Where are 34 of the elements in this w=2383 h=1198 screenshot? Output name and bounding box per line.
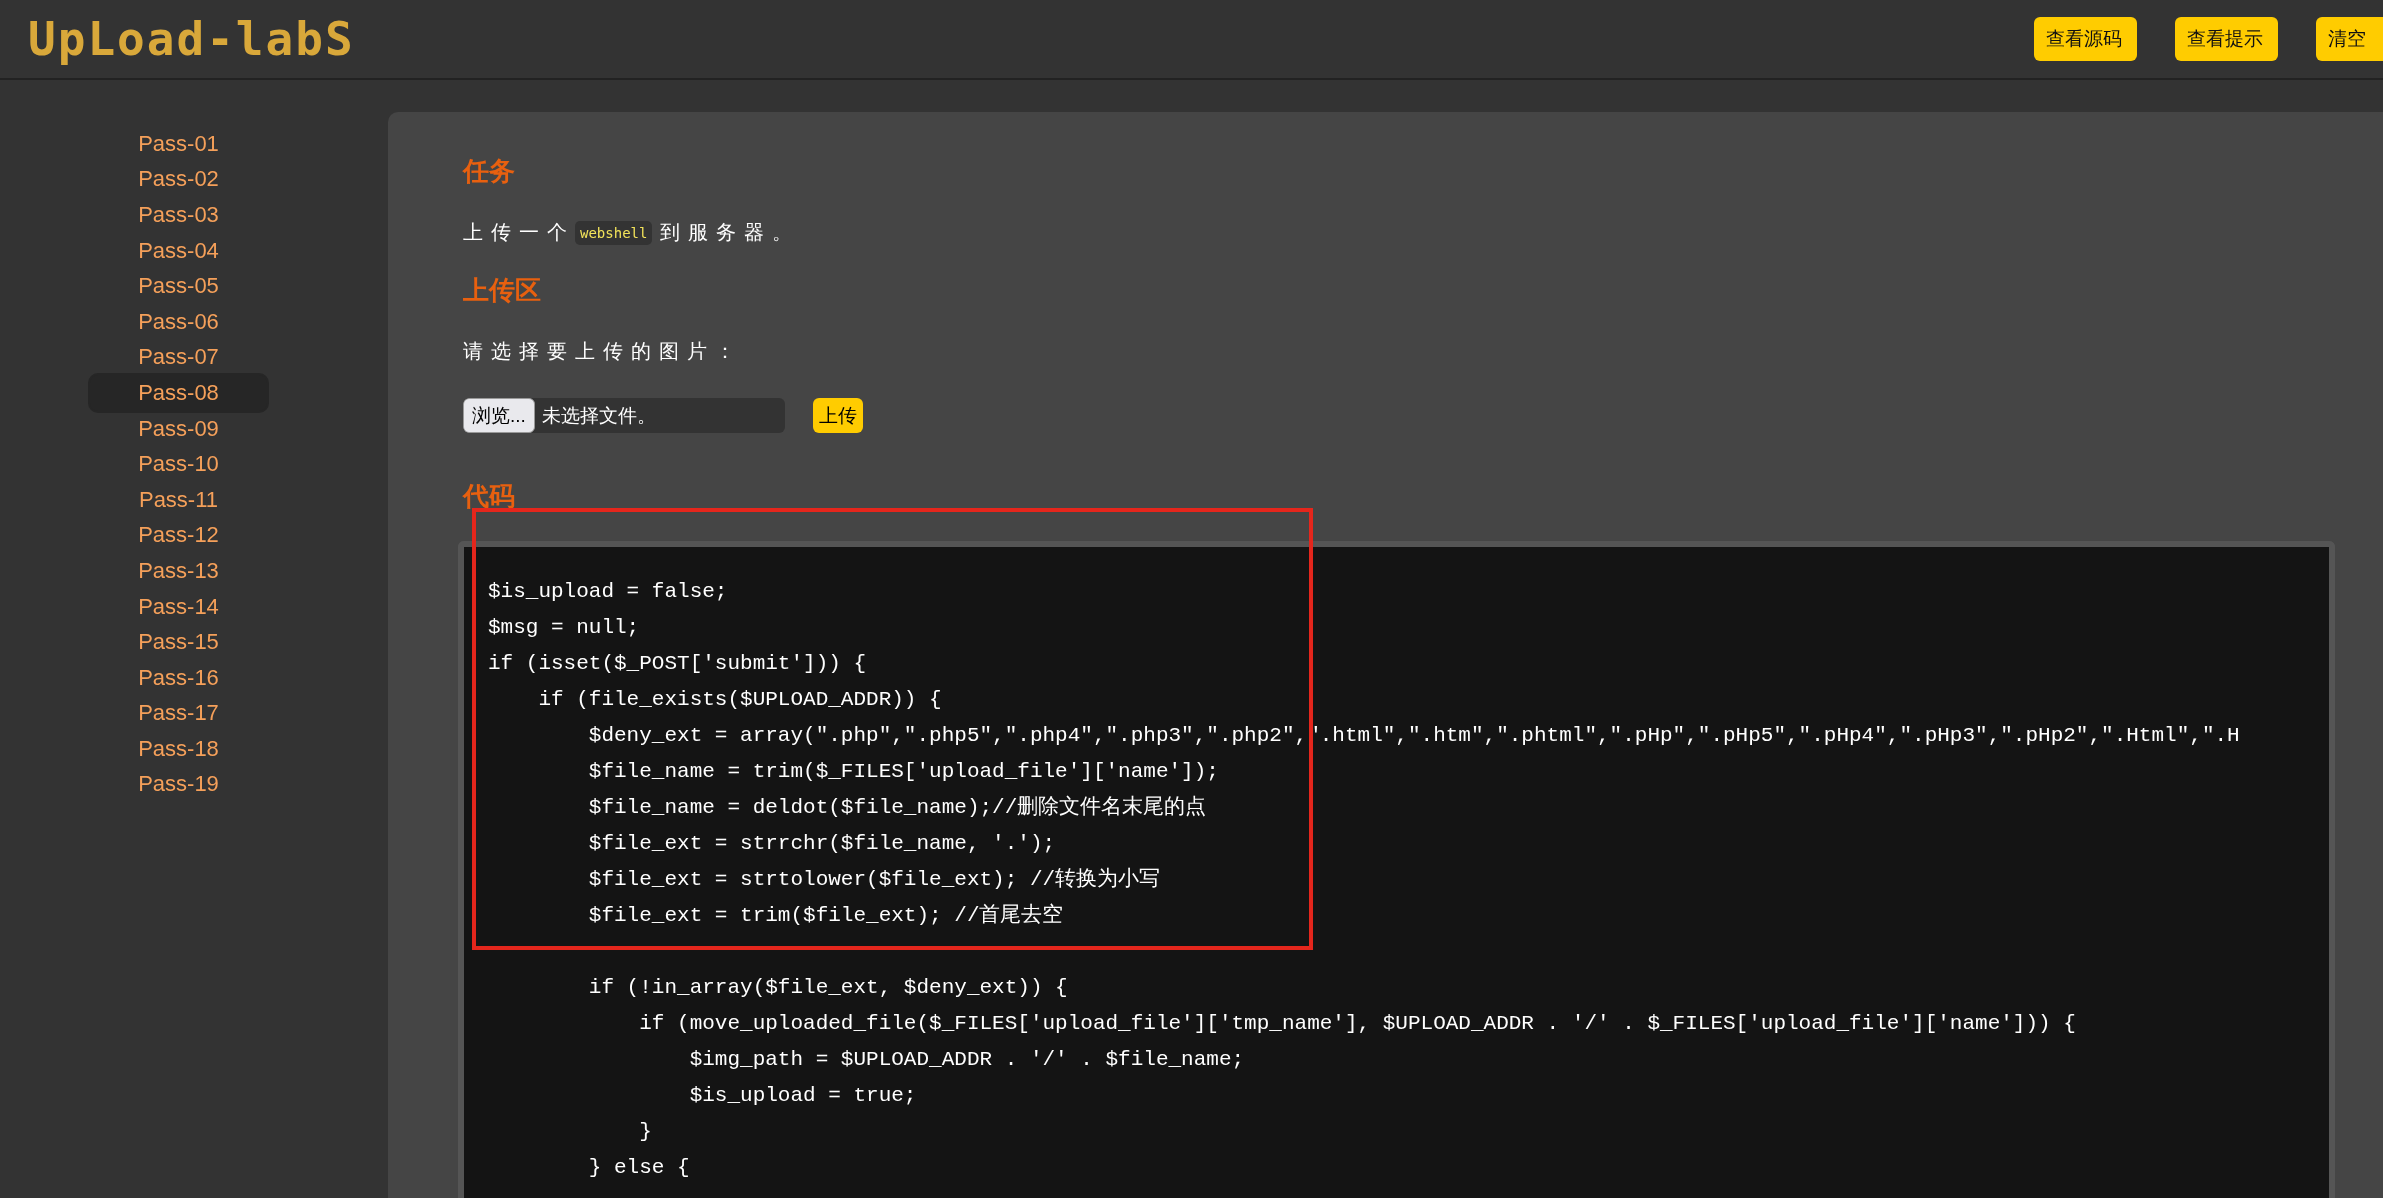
level-link[interactable]: Pass-15	[90, 624, 267, 660]
level-link[interactable]: Pass-06	[90, 303, 267, 340]
level-link[interactable]: Pass-10	[90, 446, 267, 482]
header-button[interactable]: 查看提示	[2175, 17, 2278, 61]
file-status: 未选择文件。	[541, 403, 656, 428]
level-link[interactable]: Pass-16	[90, 659, 267, 696]
level-link[interactable]: Pass-05	[90, 268, 267, 304]
level-link[interactable]: Pass-01	[90, 126, 267, 162]
inline-code: webshell	[575, 220, 653, 245]
upload-button[interactable]: 上传	[813, 398, 863, 433]
level-link[interactable]: Pass-18	[90, 731, 267, 767]
section-heading: 任务	[463, 155, 516, 188]
level-link[interactable]: Pass-19	[90, 766, 267, 803]
level-link[interactable]: Pass-07	[90, 339, 267, 376]
level-link[interactable]: Pass-04	[90, 232, 267, 269]
file-input[interactable]: 浏览... 未选择文件。	[463, 398, 785, 433]
site-logo: UpLoad-labS	[28, 12, 355, 66]
section-heading: 代码	[463, 480, 516, 513]
task-text: 上传一个	[463, 220, 575, 245]
level-link[interactable]: Pass-13	[90, 553, 267, 589]
browse-button[interactable]: 浏览...	[463, 398, 535, 433]
level-link[interactable]: Pass-09	[90, 410, 267, 447]
level-link[interactable]: Pass-02	[90, 161, 267, 198]
level-link[interactable]: Pass-08	[90, 375, 267, 411]
header-button[interactable]: 查看源码	[2034, 17, 2137, 61]
header-button[interactable]: 清空	[2316, 17, 2383, 61]
task-text: 到服务器。	[660, 220, 801, 245]
section-heading: 上传区	[463, 274, 542, 307]
level-link[interactable]: Pass-14	[90, 588, 267, 625]
level-link[interactable]: Pass-11	[90, 481, 267, 518]
level-link[interactable]: Pass-17	[90, 695, 267, 732]
level-link[interactable]: Pass-03	[90, 197, 267, 233]
level-link[interactable]: Pass-12	[90, 517, 267, 554]
upload-prompt: 请选择要上传的图片：	[463, 339, 743, 364]
